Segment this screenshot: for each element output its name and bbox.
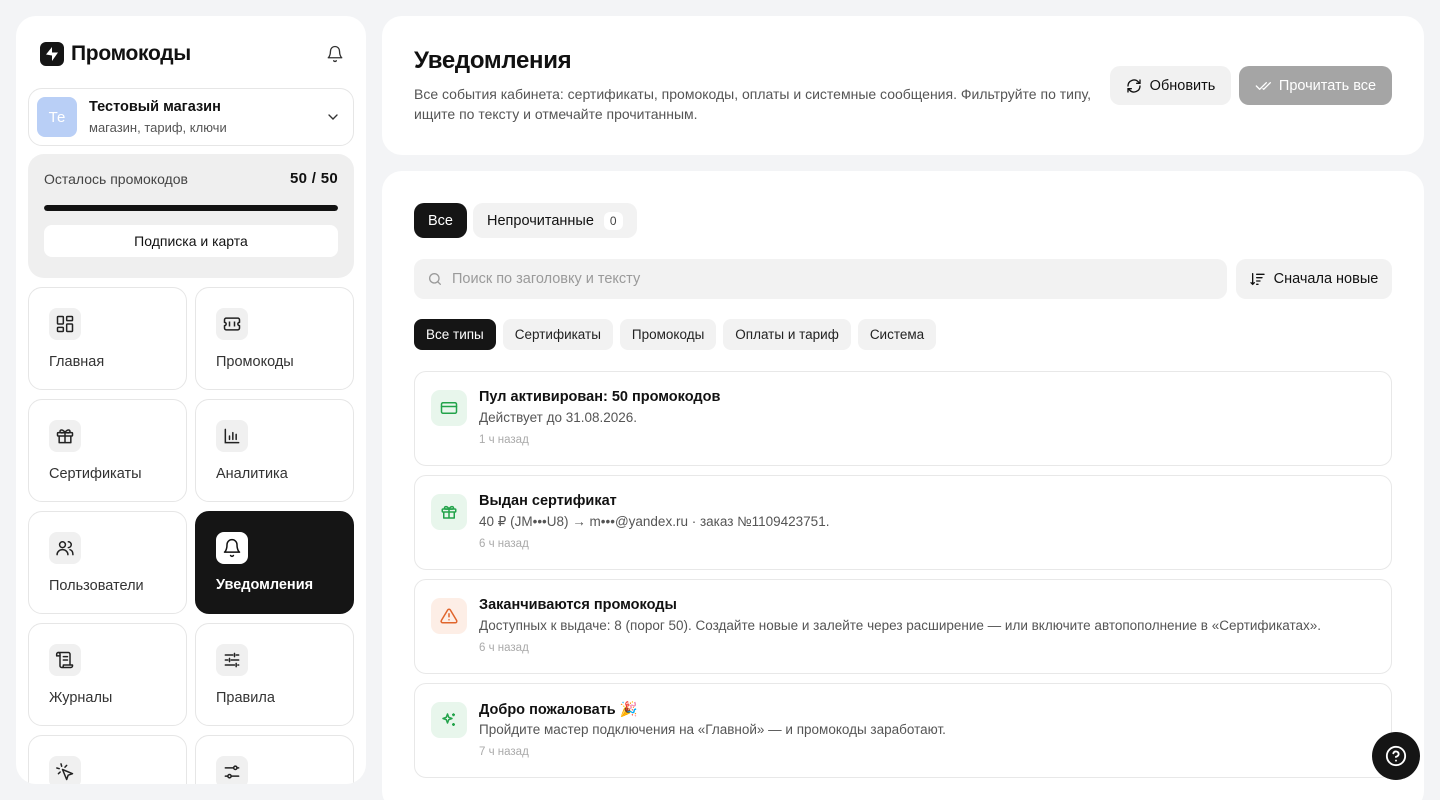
scroll-icon [49,644,81,676]
store-subtitle: магазин, тариф, ключи [89,120,227,135]
nav-label: Правила [216,690,275,706]
nav-label: Главная [49,354,105,370]
chart-icon [216,420,248,452]
nav-label: Сертификаты [49,466,142,482]
store-selector[interactable]: Те Тестовый магазин магазин, тариф, ключ… [28,88,354,146]
sort-label: Сначала новые [1273,271,1379,287]
page-description: Все события кабинета: сертификаты, промо… [414,86,1092,122]
search-input[interactable] [452,271,1212,287]
read-all-button[interactable]: Прочитать все [1239,66,1392,105]
nav-tile-rules[interactable]: Правила [195,623,354,726]
quota-label: Осталось промокодов [44,170,188,187]
nav-tile-home[interactable]: Главная [28,287,187,390]
chevron-down-icon [328,114,338,120]
search-icon [429,273,441,285]
brand[interactable]: Промокоды [40,42,191,66]
unread-count-badge: 0 [603,211,623,230]
ticket-icon [216,308,248,340]
nav-label: Промокоды [216,354,294,370]
store-avatar: Те [37,97,77,137]
subscription-button[interactable]: Подписка и карта [44,225,338,257]
filter-tabs: Все Непрочитанные 0 [414,203,637,238]
refresh-icon [1127,78,1141,93]
tab-all[interactable]: Все [414,203,467,238]
notification-item[interactable]: Добро пожаловать 🎉 Пройдите мастер подкл… [414,683,1392,778]
sliders-icon [216,644,248,676]
nav-tile-promocodes[interactable]: Промокоды [195,287,354,390]
nav-tile-logs[interactable]: Журналы [28,623,187,726]
notification-time: 1 ч назад [479,434,529,446]
notification-time: 6 ч назад [479,538,529,550]
page-title: Уведомления [414,47,572,74]
pointer-click-icon [49,756,81,784]
store-name: Тестовый магазин [89,99,221,115]
type-filter-certificates[interactable]: Сертификаты [502,319,613,350]
refresh-label: Обновить [1149,77,1216,94]
sidebar: Промокоды Те Тестовый магазин магазин, т… [16,16,366,784]
type-filter-promocodes[interactable]: Промокоды [619,319,717,350]
nav-tile-extra-1[interactable] [28,735,187,784]
refresh-button[interactable]: Обновить [1110,66,1231,105]
notification-item[interactable]: Пул активирован: 50 промокодов Действует… [414,371,1392,466]
nav-label: Уведомления [216,577,314,593]
notification-body: 40 ₽ (JM•••U8) → m•••@yandex.ru · заказ … [479,514,830,529]
nav-tile-analytics[interactable]: Аналитика [195,399,354,502]
quota-value: 50 / 50 [290,170,338,187]
notifications-bell-button[interactable] [324,43,346,65]
notification-title: Пул активирован: 50 промокодов [479,389,721,405]
type-filter-payments[interactable]: Оплаты и тариф [723,319,851,350]
type-filter-system[interactable]: Система [857,319,937,350]
notification-item[interactable]: Выдан сертификат 40 ₽ (JM•••U8) → m•••@y… [414,475,1392,570]
bell-icon [327,45,343,63]
gift-icon [431,494,467,530]
nav-label: Аналитика [216,466,288,482]
nav-tile-certificates[interactable]: Сертификаты [28,399,187,502]
notification-list: Пул активирован: 50 промокодов Действует… [414,371,1392,787]
gift-icon [49,420,81,452]
notification-title: Заканчиваются промокоды [479,597,677,613]
sort-icon [1249,273,1265,286]
nav-tile-extra-2[interactable] [195,735,354,784]
read-all-label: Прочитать все [1278,77,1377,94]
nav-label: Журналы [49,690,113,706]
notification-body: Действует до 31.08.2026. [479,410,638,425]
nav-tile-notifications[interactable]: Уведомления [195,511,354,614]
sort-button[interactable]: Сначала новые [1236,259,1392,299]
help-icon [1385,745,1407,767]
notifications-panel: Все Непрочитанные 0 Сначала новые Все ти… [382,171,1424,800]
nav-tile-users[interactable]: Пользователи [28,511,187,614]
search-bar [414,259,1227,299]
type-filter: Все типы Сертификаты Промокоды Оплаты и … [414,319,937,350]
nav-grid: Главная Промокоды Сертификаты Аналитика … [28,287,354,784]
bell-icon [216,532,248,564]
type-filter-all[interactable]: Все типы [414,319,496,350]
users-icon [49,532,81,564]
card-icon [431,390,467,426]
dashboard-icon [49,308,81,340]
brand-name: Промокоды [71,42,191,65]
double-check-icon [1255,81,1271,90]
tab-unread[interactable]: Непрочитанные 0 [473,203,637,238]
page-header: Уведомления Все события кабинета: сертиф… [382,16,1424,155]
notification-time: 6 ч назад [479,642,529,654]
settings-icon [216,756,248,784]
warning-icon [431,598,467,634]
brand-logo-icon [40,42,64,66]
tab-unread-label: Непрочитанные [487,212,594,229]
notification-title: Добро пожаловать 🎉 [479,702,638,718]
notification-body: Пройдите мастер подключения на «Главной»… [479,722,946,737]
notification-time: 7 ч назад [479,746,529,758]
quota-progress-bar [44,205,338,211]
notification-body: Доступных к выдаче: 8 (порог 50). Создай… [479,618,1322,633]
sparkle-icon [431,702,467,738]
notification-item[interactable]: Заканчиваются промокоды Доступных к выда… [414,579,1392,674]
nav-label: Пользователи [49,578,144,594]
quota-progress-fill [44,205,338,211]
notification-title: Выдан сертификат [479,493,617,509]
promo-quota-panel: Осталось промокодов 50 / 50 Подписка и к… [28,154,354,278]
help-button[interactable] [1372,732,1420,780]
